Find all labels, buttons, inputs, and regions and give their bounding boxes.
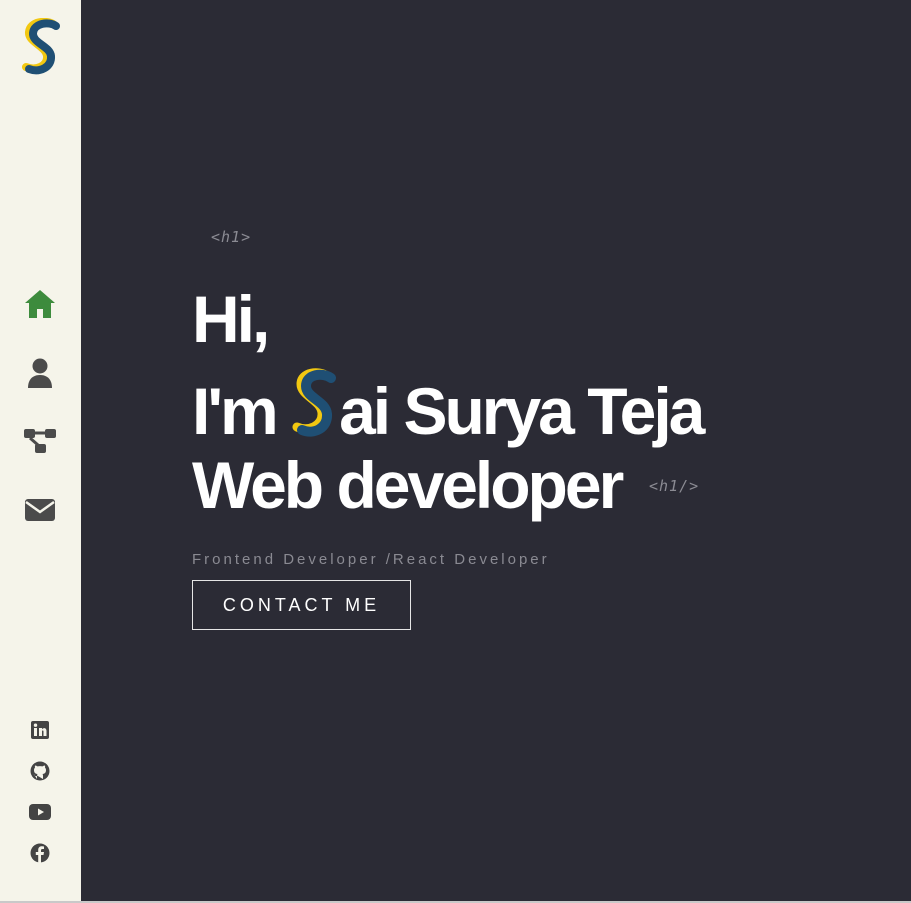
open-tag-label: <h1> (211, 228, 252, 246)
user-icon (28, 358, 52, 388)
youtube-link[interactable] (29, 801, 51, 823)
hero-section: <h1> Hi, I'm ai Surya Teja Web developer… (81, 0, 911, 903)
sidebar (0, 0, 81, 903)
linkedin-link[interactable] (29, 719, 51, 741)
home-icon (25, 290, 55, 318)
youtube-icon (29, 804, 51, 820)
nav-home[interactable] (22, 286, 58, 322)
s-logo-icon[interactable] (20, 17, 62, 78)
hero-name-text: ai Surya Teja (339, 374, 705, 448)
close-tag-label: <h1/> (649, 477, 700, 495)
s-logo-icon (292, 368, 337, 437)
nav-contact[interactable] (22, 492, 58, 528)
hero-line-role: Web developer (192, 448, 624, 522)
hero-line-name: I'm ai Surya Teja (192, 368, 705, 444)
sitemap-icon (24, 429, 56, 453)
hero-subtitle: Frontend Developer /React Developer (192, 551, 550, 568)
linkedin-icon (31, 721, 49, 739)
facebook-icon (30, 843, 50, 863)
nav-about[interactable] (22, 355, 58, 391)
hero-line-hi: Hi, (192, 282, 270, 356)
facebook-link[interactable] (29, 842, 51, 864)
envelope-icon (25, 499, 55, 521)
contact-me-button[interactable]: CONTACT ME (192, 580, 411, 630)
github-link[interactable] (29, 760, 51, 782)
github-icon (30, 761, 50, 781)
nav-skills[interactable] (22, 423, 58, 459)
hero-im-text: I'm (192, 374, 279, 448)
